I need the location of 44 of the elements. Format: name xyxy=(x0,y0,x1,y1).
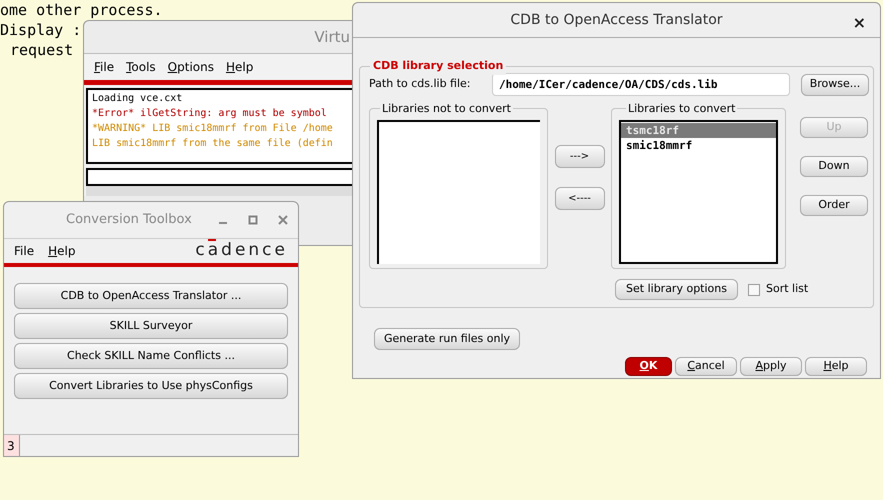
terminal-line: Display : xyxy=(0,20,82,40)
move-button[interactable]: ---> xyxy=(554,145,604,168)
library-list[interactable]: tsmc18rf smic18mmrf xyxy=(619,120,778,264)
window-title: Virtu xyxy=(314,26,350,48)
tool-button[interactable]: Convert Libraries to Use physConfigs xyxy=(14,373,288,399)
menu-item[interactable]: Help xyxy=(48,242,76,260)
checkbox-label: Sort list xyxy=(766,281,808,298)
menu-item[interactable]: Tools xyxy=(126,58,156,76)
generate-run-files-button[interactable]: Generate run files only xyxy=(374,328,520,350)
ok-button[interactable]: OK xyxy=(625,357,672,376)
status-cell: 3 xyxy=(4,435,20,456)
side-button[interactable]: Order xyxy=(800,195,868,216)
close-icon[interactable] xyxy=(278,215,288,225)
terminal-line: ome other process. xyxy=(0,0,163,20)
dialog-button[interactable]: Apply xyxy=(740,357,802,376)
cadence-logo: cadence xyxy=(195,238,288,262)
list-item[interactable]: tsmc18rf xyxy=(621,123,776,138)
group-title: CDB library selection xyxy=(370,58,506,74)
dialog-button[interactable]: Cancel xyxy=(675,357,737,376)
menu-item[interactable]: File xyxy=(94,58,114,76)
log-output: Loading vce.cxt *Error* ilGetString: arg must be symbol *WARNING* LIB smic18mmrf from File /home LIB smic18mmrf from the same file (defin xyxy=(86,88,352,164)
maximize-icon[interactable] xyxy=(248,215,258,225)
set-library-options-button[interactable]: Set library options xyxy=(615,279,738,300)
menu-item[interactable]: Options xyxy=(168,58,214,76)
sort-checkbox[interactable] xyxy=(748,284,760,296)
list-item[interactable]: smic18mmrf xyxy=(621,138,776,153)
side-button[interactable]: Down xyxy=(800,156,868,177)
tool-button[interactable]: Check SKILL Name Conflicts ... xyxy=(14,343,288,369)
horizontal-scrollbar[interactable] xyxy=(86,186,352,196)
field-label: Path to cds.lib file: xyxy=(369,76,472,92)
path-input-field[interactable]: /home/ICer/cadence/OA/CDS/cds.lib xyxy=(492,73,790,96)
terminal-line: request xyxy=(9,40,74,60)
close-button[interactable]: × xyxy=(852,11,866,35)
window-title: Conversion Toolbox xyxy=(66,211,192,230)
tool-button[interactable]: SKILL Surveyor xyxy=(14,313,288,339)
window-title: CDB to OpenAccess Translator xyxy=(510,10,723,30)
menu-item[interactable]: Help xyxy=(226,58,254,76)
dialog-button[interactable]: Help xyxy=(805,357,867,376)
browse-button[interactable]: Browse... xyxy=(801,74,869,96)
tool-button[interactable]: CDB to OpenAccess Translator ... xyxy=(14,283,288,309)
menu-item[interactable]: File xyxy=(14,242,34,260)
move-button[interactable]: <---- xyxy=(554,187,604,210)
command-input-field[interactable] xyxy=(86,168,352,186)
library-list[interactable] xyxy=(377,120,540,264)
